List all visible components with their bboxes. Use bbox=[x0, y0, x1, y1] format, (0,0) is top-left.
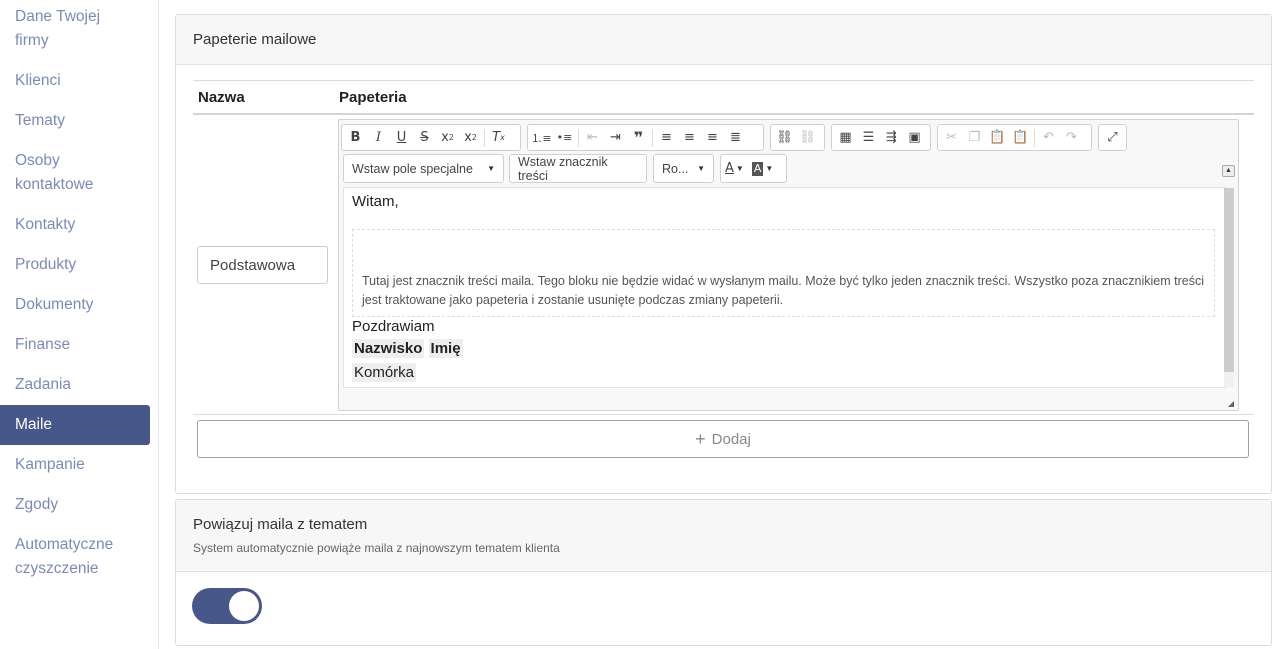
bulleted-list-icon[interactable]: •≡ bbox=[553, 127, 576, 148]
stationery-panel-header: Papeterie mailowe bbox=[176, 15, 1271, 65]
insert-marker-button[interactable]: Wstaw znacznik treści bbox=[509, 154, 647, 183]
add-stationery-button-label: Dodaj bbox=[711, 430, 751, 448]
cut-icon[interactable]: ✂ bbox=[940, 127, 963, 148]
superscript-icon[interactable]: x2 bbox=[459, 127, 482, 148]
sidebar-item-contact-persons[interactable]: Osoby kontaktowe bbox=[0, 149, 150, 197]
text-color-icon[interactable]: A bbox=[725, 158, 734, 179]
toolbar-group-basic: B I U S x2 x2 Tx bbox=[341, 124, 521, 151]
page-break-icon[interactable]: ⇶ bbox=[880, 127, 903, 148]
chevron-down-icon: ▼ bbox=[765, 164, 774, 173]
column-header-name: Nazwa bbox=[198, 89, 245, 106]
table-icon[interactable]: ▦ bbox=[834, 127, 857, 148]
unlink-icon[interactable]: ⛓ bbox=[796, 127, 819, 148]
underline-icon[interactable]: U bbox=[390, 127, 413, 148]
undo-icon[interactable]: ↶ bbox=[1037, 127, 1060, 148]
insert-marker-button-label: Wstaw znacznik treści bbox=[518, 154, 608, 183]
indent-icon[interactable]: ⇥ bbox=[604, 127, 627, 148]
sidebar-item-company[interactable]: Dane Twojej firmy bbox=[0, 5, 150, 53]
sidebar-item-auto-cleanup[interactable]: Automatyczne czyszczenie bbox=[0, 533, 150, 581]
toolbar-separator bbox=[484, 128, 485, 147]
italic-icon[interactable]: I bbox=[367, 127, 390, 148]
bold-icon[interactable]: B bbox=[344, 127, 367, 148]
sidebar-item-clients[interactable]: Klienci bbox=[0, 69, 150, 93]
justify-icon[interactable]: ≣ bbox=[724, 127, 747, 148]
image-icon[interactable]: ▣ bbox=[903, 127, 926, 148]
chevron-down-icon: ▼ bbox=[487, 164, 495, 173]
stationery-editor: B I U S x2 x2 Tx ⒈≡ •≡ ⇤ ⇥ ❞ ≡ ≡ ≡ ≣ ⛓ ⛓… bbox=[338, 119, 1239, 411]
background-color-icon[interactable]: A bbox=[751, 161, 764, 176]
collapse-toolbar-icon[interactable]: ▲ bbox=[1222, 165, 1235, 177]
field-firstname: Imię bbox=[428, 339, 463, 358]
sidebar-item-documents[interactable]: Dokumenty bbox=[0, 293, 150, 317]
special-field-select-value: Wstaw pole specjalne bbox=[352, 161, 473, 176]
paste-text-icon[interactable]: 📋 bbox=[1009, 127, 1032, 148]
link-mail-panel: Powiązuj maila z tematem System automaty… bbox=[175, 499, 1272, 646]
toolbar-group-links: ⛓ ⛓ bbox=[770, 124, 825, 151]
table-header-divider bbox=[193, 113, 1254, 115]
font-select-value: Ro... bbox=[662, 161, 689, 176]
outdent-icon[interactable]: ⇤ bbox=[581, 127, 604, 148]
sidebar-item-tasks[interactable]: Zadania bbox=[0, 373, 150, 397]
toolbar-group-clipboard: ✂ ❐ 📋 📋 ↶ ↷ bbox=[937, 124, 1092, 151]
field-mobile: Komórka bbox=[352, 363, 417, 382]
align-right-icon[interactable]: ≡ bbox=[701, 127, 724, 148]
sidebar: Dane Twojej firmy Klienci Tematy Osoby k… bbox=[0, 0, 159, 649]
paste-icon[interactable]: 📋 bbox=[986, 127, 1009, 148]
toolbar-group-insert: ▦ ☰ ⇶ ▣ bbox=[831, 124, 931, 151]
signature-mobile-line: Komórka bbox=[352, 363, 417, 382]
chevron-down-icon: ▼ bbox=[697, 164, 705, 173]
color-controls: A ▼ A ▼ bbox=[720, 154, 787, 183]
resize-handle-icon[interactable]: ◢ bbox=[1228, 399, 1234, 408]
field-surname: Nazwisko bbox=[352, 339, 425, 358]
link-icon[interactable]: ⛓ bbox=[773, 127, 796, 148]
plus-icon: + bbox=[695, 429, 706, 449]
horizontal-rule-icon[interactable]: ☰ bbox=[857, 127, 880, 148]
add-stationery-button[interactable]: + Dodaj bbox=[197, 420, 1249, 458]
sidebar-item-products[interactable]: Produkty bbox=[0, 253, 150, 277]
editor-closing: Pozdrawiam bbox=[352, 318, 435, 335]
subscript-icon[interactable]: x2 bbox=[436, 127, 459, 148]
link-mail-toggle[interactable] bbox=[192, 588, 262, 624]
link-mail-subtitle: System automatycznie powiąże maila z naj… bbox=[193, 541, 560, 555]
blockquote-icon[interactable]: ❞ bbox=[627, 127, 650, 148]
editor-scrollbar[interactable] bbox=[1224, 188, 1234, 387]
link-mail-title: Powiązuj maila z tematem bbox=[193, 516, 368, 533]
strikethrough-icon[interactable]: S bbox=[413, 127, 436, 148]
signature-name-line: Nazwisko Imię bbox=[352, 339, 463, 358]
remove-format-icon[interactable]: Tx bbox=[487, 127, 510, 148]
toolbar-separator bbox=[652, 128, 653, 147]
sidebar-item-finance[interactable]: Finanse bbox=[0, 333, 150, 357]
numbered-list-icon[interactable]: ⒈≡ bbox=[530, 127, 553, 148]
redo-icon[interactable]: ↷ bbox=[1060, 127, 1083, 148]
sidebar-item-campaigns[interactable]: Kampanie bbox=[0, 453, 150, 477]
content-marker-text: Tutaj jest znacznik treści maila. Tego b… bbox=[362, 274, 1204, 307]
link-mail-panel-header: Powiązuj maila z tematem System automaty… bbox=[176, 500, 1271, 572]
special-field-select[interactable]: Wstaw pole specjalne ▼ bbox=[343, 154, 504, 183]
toolbar-group-paragraph: ⒈≡ •≡ ⇤ ⇥ ❞ ≡ ≡ ≡ ≣ bbox=[527, 124, 764, 151]
copy-icon[interactable]: ❐ bbox=[963, 127, 986, 148]
editor-scrollbar-thumb[interactable] bbox=[1224, 188, 1234, 372]
toggle-knob bbox=[229, 591, 259, 621]
font-select[interactable]: Ro... ▼ bbox=[653, 154, 714, 183]
table-top-divider bbox=[193, 80, 1254, 81]
content-marker-block: Tutaj jest znacznik treści maila. Tego b… bbox=[352, 229, 1215, 317]
sidebar-item-topics[interactable]: Tematy bbox=[0, 109, 150, 133]
editor-greeting: Witam, bbox=[352, 193, 399, 210]
table-bottom-divider bbox=[193, 414, 1254, 415]
align-left-icon[interactable]: ≡ bbox=[655, 127, 678, 148]
align-center-icon[interactable]: ≡ bbox=[678, 127, 701, 148]
toolbar-separator bbox=[1034, 128, 1035, 147]
sidebar-item-mails[interactable]: Maile bbox=[0, 405, 150, 445]
sidebar-item-contacts[interactable]: Kontakty bbox=[0, 213, 150, 237]
maximize-icon[interactable]: ⤢ bbox=[1101, 127, 1124, 148]
stationery-panel-title: Papeterie mailowe bbox=[193, 31, 317, 48]
editor-content[interactable]: Witam, Tutaj jest znacznik treści maila.… bbox=[343, 187, 1226, 388]
toolbar-group-view: ⤢ bbox=[1098, 124, 1127, 151]
toolbar-separator bbox=[578, 128, 579, 147]
chevron-down-icon: ▼ bbox=[735, 164, 744, 173]
column-header-stationery: Papeteria bbox=[339, 89, 407, 106]
sidebar-item-consents[interactable]: Zgody bbox=[0, 493, 150, 517]
stationery-name-input[interactable] bbox=[197, 246, 328, 284]
